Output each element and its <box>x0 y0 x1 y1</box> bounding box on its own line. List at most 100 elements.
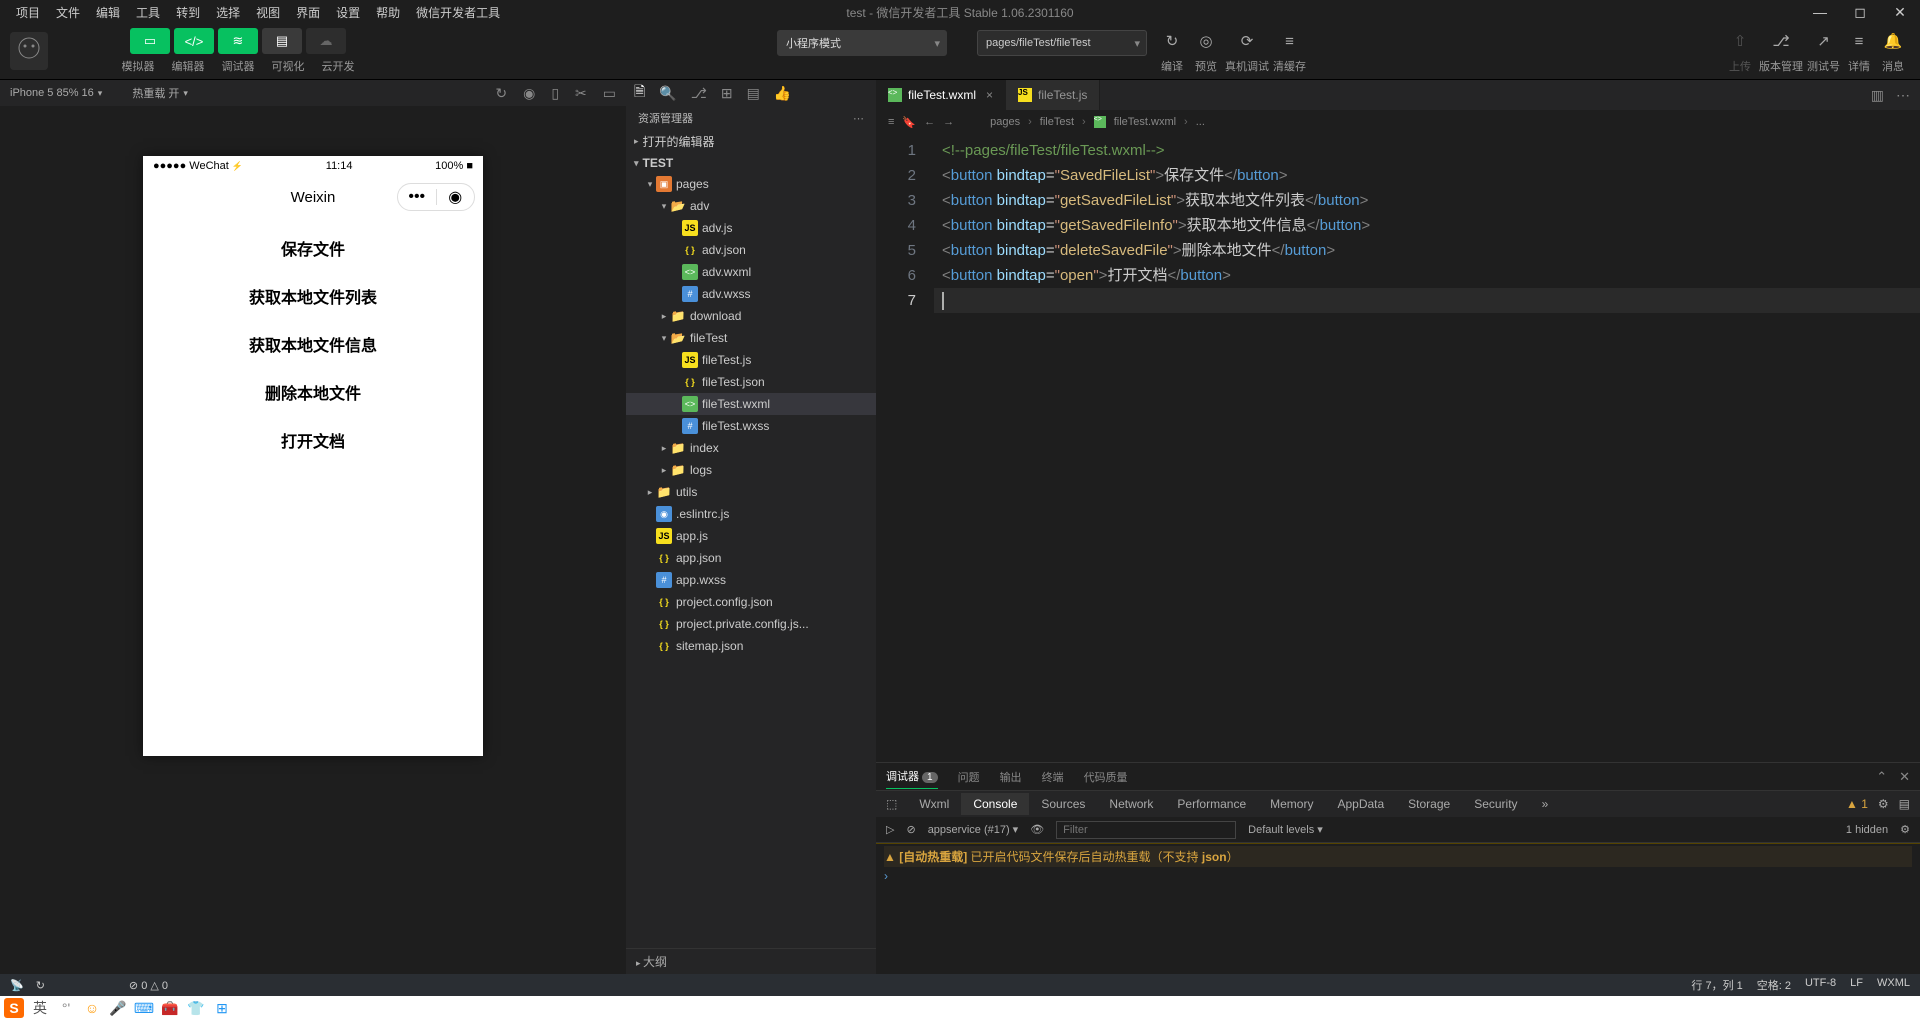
console-play-icon[interactable]: ▷ <box>886 823 894 836</box>
levels-selector[interactable]: Default levels <box>1248 823 1323 836</box>
sim-dock-icon[interactable]: ▭ <box>603 85 616 102</box>
ime-lang[interactable]: 英 <box>30 998 50 1018</box>
tree-download[interactable]: ▸download <box>626 305 876 327</box>
tree-project-private[interactable]: project.private.config.js... <box>626 613 876 635</box>
panel-collapse-icon[interactable]: ⌃ <box>1876 769 1887 785</box>
ime-keyboard-icon[interactable]: ⌨ <box>134 998 154 1018</box>
tree-logs[interactable]: ▸logs <box>626 459 876 481</box>
visual-toggle[interactable]: ▤ <box>262 28 302 54</box>
tree-adv-json[interactable]: adv.json <box>626 239 876 261</box>
panel-tab-problems[interactable]: 问题 <box>958 765 980 789</box>
capsule-close-icon[interactable]: ◉ <box>437 187 475 207</box>
mode-dropdown[interactable]: 小程序模式 <box>777 30 947 56</box>
devtab-more[interactable]: » <box>1530 793 1561 815</box>
avatar[interactable] <box>10 32 48 70</box>
console-eye-icon[interactable]: 👁 <box>1030 823 1044 836</box>
menu-settings[interactable]: 设置 <box>328 2 368 23</box>
menu-project[interactable]: 项目 <box>8 2 48 23</box>
status-refresh-icon[interactable]: ↻ <box>36 979 45 992</box>
tree-utils[interactable]: ▸utils <box>626 481 876 503</box>
ime-punct-icon[interactable]: °' <box>56 998 76 1018</box>
tree-adv[interactable]: ▾adv <box>626 195 876 217</box>
menu-edit[interactable]: 编辑 <box>88 2 128 23</box>
close-icon[interactable]: × <box>986 88 993 102</box>
phone-btn-save[interactable]: 保存文件 <box>203 226 423 270</box>
sim-cut-icon[interactable]: ✂ <box>575 85 587 102</box>
devtools-settings-icon[interactable]: ⚙ <box>1878 797 1889 811</box>
status-lang[interactable]: WXML <box>1877 977 1910 993</box>
panel-close-icon[interactable]: ✕ <box>1899 769 1910 785</box>
warn-count[interactable]: ▲ 1 <box>1846 797 1868 811</box>
tree-app-js[interactable]: JSapp.js <box>626 525 876 547</box>
cloud-toggle[interactable]: ☁ <box>306 28 346 54</box>
maximize-button[interactable]: ◻ <box>1840 4 1880 21</box>
ime-emoji-icon[interactable]: ☺ <box>82 998 102 1018</box>
tree-index[interactable]: ▸index <box>626 437 876 459</box>
outline-section[interactable]: 大纲 <box>626 948 876 974</box>
minimize-button[interactable]: — <box>1800 4 1840 21</box>
context-selector[interactable]: appservice (#17) <box>928 823 1019 836</box>
explorer-search-icon[interactable]: 🔍 <box>659 85 676 102</box>
menu-help[interactable]: 帮助 <box>368 2 408 23</box>
panel-tab-debugger[interactable]: 调试器1 <box>886 764 938 789</box>
device-selector[interactable]: iPhone 5 85% 16 <box>10 87 102 99</box>
remote-debug-button[interactable]: ⟳ <box>1232 28 1262 54</box>
menu-wxdevtools[interactable]: 微信开发者工具 <box>408 2 508 23</box>
tree-fileTest-wxml[interactable]: <>fileTest.wxml <box>626 393 876 415</box>
sim-device-icon[interactable]: ▯ <box>551 85 559 102</box>
phone-btn-delete[interactable]: 删除本地文件 <box>203 370 423 414</box>
menu-tools[interactable]: 工具 <box>128 2 168 23</box>
status-problems[interactable]: ⊘ 0 △ 0 <box>129 979 168 992</box>
console-settings-icon[interactable]: ⚙ <box>1900 823 1910 836</box>
tab-fileTest-js[interactable]: JS fileTest.js <box>1006 80 1100 110</box>
panel-tab-output[interactable]: 输出 <box>1000 765 1022 789</box>
test-account-button[interactable]: ↗ <box>1809 28 1839 54</box>
explorer-more-icon[interactable]: ⋯ <box>853 112 864 125</box>
editor-more-icon[interactable]: ⋯ <box>1896 87 1910 104</box>
status-spaces[interactable]: 空格: 2 <box>1757 977 1791 993</box>
devtab-memory[interactable]: Memory <box>1258 793 1325 815</box>
menu-file[interactable]: 文件 <box>48 2 88 23</box>
editor-toggle[interactable]: </> <box>174 28 214 54</box>
tree-adv-wxss[interactable]: #adv.wxss <box>626 283 876 305</box>
menu-interface[interactable]: 界面 <box>288 2 328 23</box>
hidden-count[interactable]: 1 hidden <box>1846 824 1888 836</box>
split-editor-icon[interactable]: ▥ <box>1871 87 1884 104</box>
preview-button[interactable]: ◎ <box>1191 28 1221 54</box>
devtab-sources[interactable]: Sources <box>1029 793 1097 815</box>
version-button[interactable]: ⎇ <box>1766 28 1796 54</box>
details-button[interactable]: ≡ <box>1844 28 1874 54</box>
tree-eslintrc[interactable]: ◉.eslintrc.js <box>626 503 876 525</box>
ime-tool2-icon[interactable]: 👕 <box>186 998 206 1018</box>
devtools-inspect-icon[interactable]: ⬚ <box>886 797 907 811</box>
tree-sitemap[interactable]: sitemap.json <box>626 635 876 657</box>
tree-pages[interactable]: ▾▣pages <box>626 173 876 195</box>
console-output[interactable]: ▲ [自动热重载] 已开启代码文件保存后自动热重载（不支持 json） › <box>876 843 1920 974</box>
menu-goto[interactable]: 转到 <box>168 2 208 23</box>
devtab-wxml[interactable]: Wxml <box>907 793 961 815</box>
tab-fileTest-wxml[interactable]: <> fileTest.wxml× <box>876 80 1006 110</box>
explorer-ext3-icon[interactable]: 👍 <box>774 85 791 102</box>
ime-grid-icon[interactable]: ⊞ <box>212 998 232 1018</box>
devtab-appdata[interactable]: AppData <box>1325 793 1396 815</box>
code-editor[interactable]: 1234567 <!--pages/fileTest/fileTest.wxml… <box>876 134 1920 762</box>
bc-pages[interactable]: pages <box>990 116 1020 128</box>
status-position[interactable]: 行 7，列 1 <box>1691 977 1742 993</box>
clear-cache-button[interactable]: ≡ <box>1275 28 1305 54</box>
devtools-dock-icon[interactable]: ▤ <box>1899 797 1910 811</box>
close-button[interactable]: ✕ <box>1880 4 1920 21</box>
tree-fileTest-json[interactable]: fileTest.json <box>626 371 876 393</box>
tree-adv-wxml[interactable]: <>adv.wxml <box>626 261 876 283</box>
tree-fileTest-js[interactable]: JSfileTest.js <box>626 349 876 371</box>
devtab-storage[interactable]: Storage <box>1396 793 1462 815</box>
tree-app-json[interactable]: app.json <box>626 547 876 569</box>
compile-button[interactable]: ↻ <box>1157 28 1187 54</box>
phone-btn-open[interactable]: 打开文档 <box>203 418 423 462</box>
hotreload-selector[interactable]: 热重载 开 <box>132 85 188 101</box>
section-open-editors[interactable]: 打开的编辑器 <box>626 130 876 153</box>
tree-fileTest-wxss[interactable]: #fileTest.wxss <box>626 415 876 437</box>
explorer-git-icon[interactable]: ⎇ <box>691 85 707 102</box>
tree-project-config[interactable]: project.config.json <box>626 591 876 613</box>
console-clear-icon[interactable]: ⊘ <box>906 823 915 836</box>
status-broadcast-icon[interactable]: 📡 <box>10 979 24 992</box>
